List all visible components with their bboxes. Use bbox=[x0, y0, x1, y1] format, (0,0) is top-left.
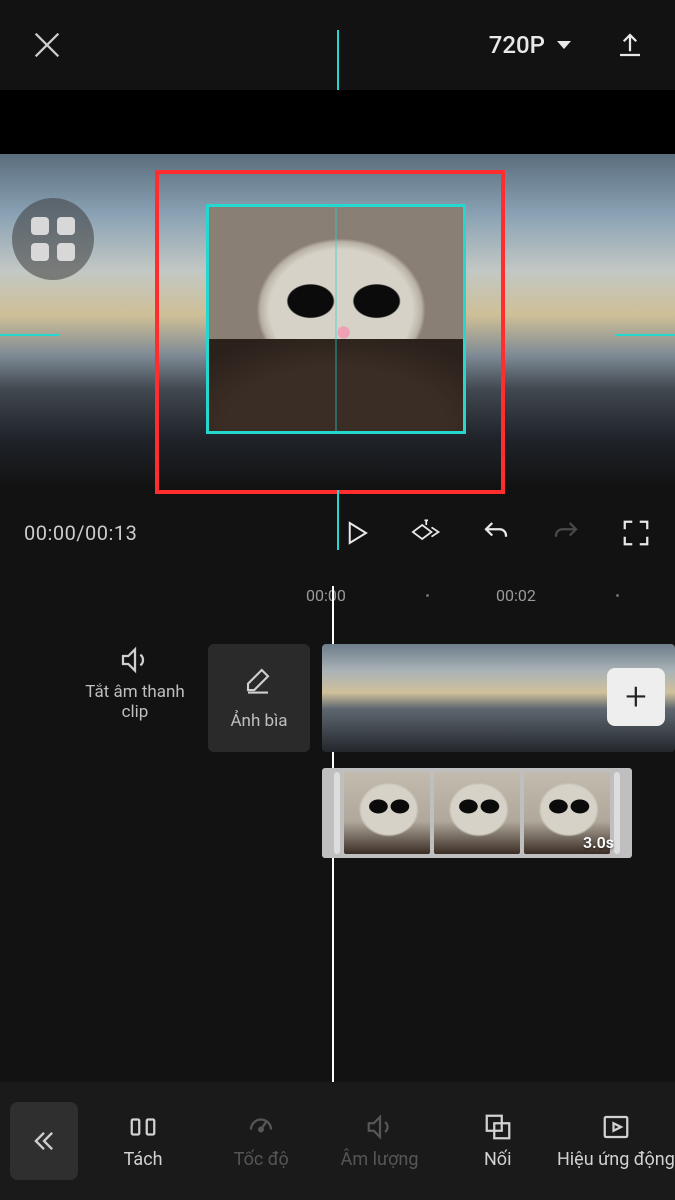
time-display: 00:00/00:13 bbox=[24, 521, 194, 545]
split-icon bbox=[128, 1112, 158, 1142]
chevrons-left-icon bbox=[30, 1127, 58, 1155]
ruler-dot bbox=[616, 594, 619, 597]
timeline-ruler[interactable]: 00:00 00:02 bbox=[0, 576, 675, 618]
mute-label: Tắt âm thanh clip bbox=[70, 682, 200, 723]
overlay-thumb bbox=[434, 772, 520, 854]
overlay-thumb bbox=[344, 772, 430, 854]
back-button[interactable] bbox=[10, 1102, 78, 1180]
alignment-guide-left bbox=[0, 334, 60, 336]
tool-label: Tốc độ bbox=[234, 1150, 289, 1170]
tool-label: Nối bbox=[484, 1150, 511, 1170]
redo-button[interactable] bbox=[551, 518, 581, 548]
mute-clip-button[interactable]: Tắt âm thanh clip bbox=[70, 644, 200, 723]
tool-label: Âm lượng bbox=[341, 1150, 419, 1170]
clip-handle-left[interactable] bbox=[334, 772, 340, 854]
speed-icon bbox=[246, 1112, 276, 1142]
play-button[interactable] bbox=[341, 518, 371, 548]
speaker-icon bbox=[119, 644, 151, 676]
preview-canvas[interactable] bbox=[0, 90, 675, 490]
timeline[interactable]: Tắt âm thanh clip Ảnh bìa + 3.0s bbox=[0, 628, 675, 888]
keyframe-button[interactable] bbox=[411, 518, 441, 548]
export-button[interactable] bbox=[615, 30, 645, 60]
ruler-tick-label: 00:00 bbox=[306, 586, 346, 605]
overlay-track-clip[interactable]: 3.0s bbox=[322, 768, 632, 858]
layout-grid-button[interactable] bbox=[12, 198, 94, 280]
resolution-selector[interactable]: 720P bbox=[489, 31, 571, 59]
center-guide-vertical bbox=[335, 207, 337, 431]
undo-button[interactable] bbox=[481, 518, 511, 548]
bottom-toolbar: Tách Tốc độ Âm lượng Nối bbox=[0, 1082, 675, 1200]
animation-icon bbox=[601, 1112, 631, 1142]
resolution-label: 720P bbox=[489, 31, 545, 59]
center-tick bbox=[335, 431, 337, 434]
add-clip-button[interactable]: + bbox=[607, 668, 665, 726]
join-icon bbox=[483, 1112, 513, 1142]
cover-label: Ảnh bìa bbox=[230, 711, 287, 731]
overlay-clip-bounds[interactable] bbox=[206, 204, 466, 434]
tool-join[interactable]: Nối bbox=[439, 1112, 557, 1170]
top-right-group: 720P bbox=[489, 30, 645, 60]
chevron-down-icon bbox=[557, 41, 571, 49]
tool-animation[interactable]: Hiệu ứng động bbox=[557, 1112, 675, 1170]
volume-icon bbox=[365, 1112, 395, 1142]
tool-speed[interactable]: Tốc độ bbox=[202, 1112, 320, 1170]
grid-icon bbox=[31, 217, 75, 261]
ruler-dot bbox=[426, 594, 429, 597]
plus-icon: + bbox=[625, 675, 646, 719]
fullscreen-button[interactable] bbox=[621, 518, 651, 548]
cover-image-button[interactable]: Ảnh bìa bbox=[208, 644, 310, 752]
tool-volume[interactable]: Âm lượng bbox=[320, 1112, 438, 1170]
tool-label: Tách bbox=[124, 1150, 163, 1170]
ruler-tick-label: 00:02 bbox=[496, 586, 536, 605]
alignment-guide-right bbox=[615, 334, 675, 336]
clip-handle-right[interactable] bbox=[614, 772, 620, 854]
close-button[interactable] bbox=[30, 28, 64, 62]
edit-icon bbox=[243, 665, 275, 697]
tool-split[interactable]: Tách bbox=[84, 1112, 202, 1170]
overlay-duration-label: 3.0s bbox=[583, 833, 614, 852]
tool-label: Hiệu ứng động bbox=[557, 1150, 675, 1170]
